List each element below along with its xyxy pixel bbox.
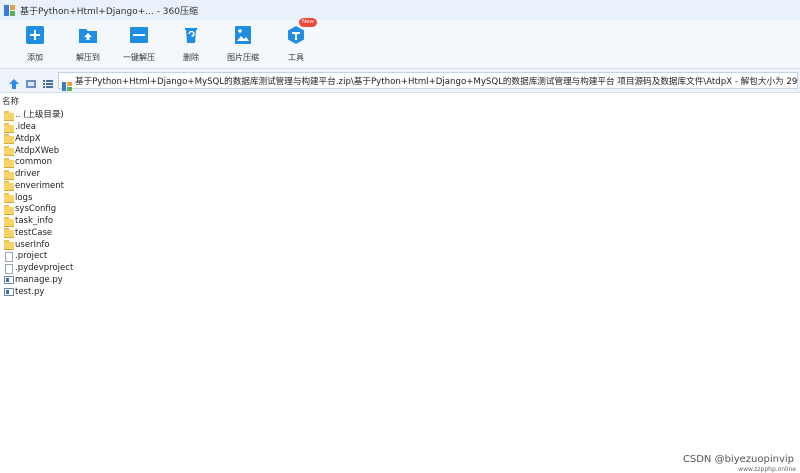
list-item-name: sysConfig — [15, 204, 57, 215]
list-item-name: AtdpXWeb — [15, 145, 60, 156]
list-item[interactable]: logs — [0, 192, 800, 204]
one-click-extract-button[interactable]: 一键解压 — [117, 24, 161, 63]
arrow-up-icon — [9, 79, 19, 89]
thumbnail-view-button[interactable] — [25, 75, 37, 88]
tools-icon: New — [285, 18, 317, 46]
extract-folder-icon — [77, 24, 99, 46]
extract-to-button[interactable]: 解压到 — [66, 24, 110, 63]
list-view-button[interactable] — [42, 75, 54, 88]
list-item[interactable]: test.py — [0, 286, 800, 298]
app-logo-icon — [4, 4, 15, 16]
watermark: CSDN @biyezuopinvip — [682, 454, 794, 465]
toolbar: 添加 解压到 一键解压 删除 图片压缩 New 工具 — [0, 18, 800, 68]
one-click-extract-label: 一键解压 — [123, 53, 155, 62]
file-list: .. (上级目录) .idea AtdpX AtdpXWeb common driver e… — [0, 110, 800, 298]
list-item[interactable]: driver — [0, 169, 800, 181]
list-item[interactable]: .. (上级目录) — [0, 110, 800, 122]
image-compress-button[interactable]: 图片压缩 — [221, 24, 265, 63]
list-item-name: testCase — [15, 227, 53, 238]
folder-icon — [4, 228, 14, 239]
list-item-name: userInfo — [15, 239, 50, 250]
list-item[interactable]: enveriment — [0, 181, 800, 193]
list-item[interactable]: .idea — [0, 122, 800, 134]
delete-label: 删除 — [183, 53, 199, 62]
window-title: 基于Python+Html+Django+... - 360压缩 — [20, 6, 198, 17]
new-badge: New — [299, 18, 317, 27]
title-bar: 基于Python+Html+Django+... - 360压缩 — [0, 0, 800, 20]
tools-button[interactable]: New 工具 — [274, 18, 318, 63]
extract-to-label: 解压到 — [76, 53, 100, 62]
one-click-extract-icon — [128, 24, 150, 46]
list-item-name: .pydevproject — [15, 263, 74, 274]
add-icon — [24, 24, 46, 46]
list-item-name: common — [15, 157, 53, 168]
list-item[interactable]: .pydevproject — [0, 263, 800, 275]
watermark-url: www.zzpphp.online — [738, 466, 796, 473]
file-icon — [4, 251, 14, 262]
folder-icon — [4, 240, 14, 251]
archive-icon — [62, 76, 72, 91]
folder-icon — [4, 146, 14, 157]
list-item-name: test.py — [15, 286, 45, 297]
list-item[interactable]: AtdpXWeb — [0, 145, 800, 157]
file-icon — [4, 263, 14, 274]
recycle-icon — [180, 24, 202, 46]
path-field[interactable]: 基于Python+Html+Django+MySQL的数据库测试管理与构建平台.… — [58, 72, 798, 91]
list-view-icon — [43, 80, 53, 88]
tools-label: 工具 — [288, 53, 304, 62]
list-item-name: .idea — [15, 122, 36, 133]
up-level-button[interactable] — [8, 75, 20, 89]
delete-button[interactable]: 删除 — [169, 24, 213, 63]
thumbnail-view-icon — [26, 80, 36, 88]
list-item-name: enveriment — [15, 180, 64, 191]
folder-icon — [4, 169, 14, 180]
path-text: 基于Python+Html+Django+MySQL的数据库测试管理与构建平台.… — [75, 76, 797, 87]
folder-icon — [4, 216, 14, 227]
list-item-name: AtdpX — [15, 133, 41, 144]
list-item-name: manage.py — [15, 274, 63, 285]
image-icon — [232, 24, 254, 46]
folder-icon — [4, 204, 14, 215]
list-item[interactable]: sysConfig — [0, 204, 800, 216]
list-item-name: .project — [15, 251, 48, 262]
list-item-name: .. (上级目录) — [15, 110, 64, 121]
list-item[interactable]: userInfo — [0, 239, 800, 251]
list-item-name: driver — [15, 169, 41, 180]
list-item[interactable]: common — [0, 157, 800, 169]
list-item[interactable]: .project — [0, 251, 800, 263]
column-header-name[interactable]: 名称 — [0, 94, 800, 110]
address-bar: 基于Python+Html+Django+MySQL的数据库测试管理与构建平台.… — [0, 68, 800, 93]
list-item[interactable]: task_info — [0, 216, 800, 228]
folder-icon — [4, 181, 14, 192]
image-compress-label: 图片压缩 — [227, 53, 259, 62]
add-label: 添加 — [27, 53, 43, 62]
folder-icon — [4, 122, 14, 133]
folder-icon — [4, 134, 14, 145]
list-item[interactable]: testCase — [0, 228, 800, 240]
folder-icon — [4, 193, 14, 204]
add-button[interactable]: 添加 — [13, 24, 57, 63]
folder-icon — [4, 157, 14, 168]
list-item[interactable]: AtdpX — [0, 134, 800, 146]
list-item-name: logs — [15, 192, 33, 203]
folder-icon — [4, 110, 14, 121]
list-item-name: task_info — [15, 216, 54, 227]
python-file-icon — [4, 287, 14, 297]
list-item[interactable]: manage.py — [0, 275, 800, 287]
python-file-icon — [4, 275, 14, 285]
